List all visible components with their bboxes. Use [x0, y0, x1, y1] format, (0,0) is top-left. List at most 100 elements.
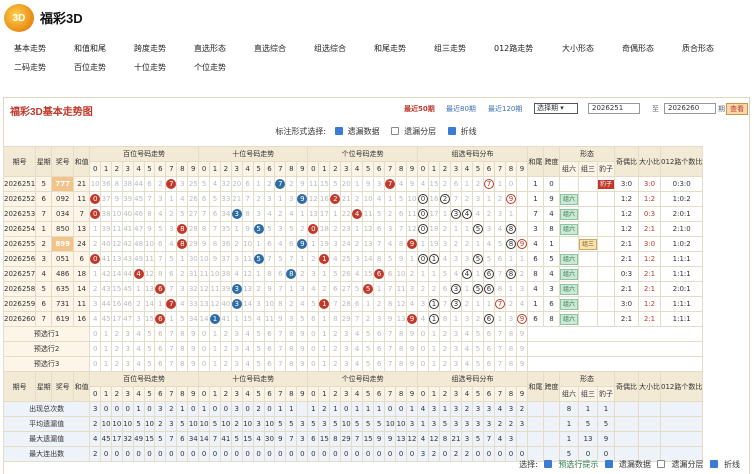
preselect-digit[interactable]: 1 — [318, 341, 331, 357]
preselect-digit[interactable]: 1 — [100, 356, 112, 372]
checkbox-icon[interactable] — [604, 460, 613, 468]
preselect-digit[interactable]: 8 — [176, 341, 189, 357]
preselect-digit[interactable]: 6 — [373, 356, 386, 372]
preselect-digit[interactable]: 2 — [110, 356, 123, 372]
nav-item[interactable]: 十位走势 — [134, 62, 166, 73]
preselect-digit[interactable]: 0 — [89, 356, 102, 372]
preselect-digit[interactable]: 7 — [274, 356, 287, 372]
preselect-digit[interactable]: 6 — [154, 326, 167, 342]
preselect-digit[interactable]: 9 — [187, 341, 200, 357]
opt-miss-data[interactable]: 遗漏数据 — [334, 127, 383, 136]
preselect-digit[interactable]: 9 — [296, 341, 309, 357]
preselect-digit[interactable]: 6 — [373, 326, 386, 342]
preselect-digit[interactable]: 0 — [307, 341, 320, 357]
preselect-digit[interactable]: 9 — [515, 341, 528, 357]
preselect-digit[interactable]: 7 — [165, 326, 178, 342]
nav-item[interactable]: 和值和尾 — [74, 43, 106, 54]
preselect-digit[interactable]: 8 — [285, 341, 298, 357]
preselect-digit[interactable]: 7 — [274, 341, 287, 357]
preselect-digit[interactable]: 9 — [296, 326, 309, 342]
preselect-digit[interactable]: 1 — [208, 356, 221, 372]
nav-item[interactable]: 直选形态 — [194, 43, 226, 54]
preselect-digit[interactable]: 1 — [100, 326, 112, 342]
opt-miss-layer-bottom[interactable]: 遗漏分层 — [657, 460, 703, 469]
preselect-digit[interactable]: 2 — [219, 341, 232, 357]
preselect-digit[interactable]: 7 — [274, 326, 287, 342]
preselect-digit[interactable]: 3 — [340, 356, 353, 372]
preselect-digit[interactable]: 5 — [471, 356, 484, 372]
preselect-digit[interactable]: 5 — [471, 326, 484, 342]
preselect-digit[interactable]: 6 — [263, 326, 276, 342]
preselect-digit[interactable]: 8 — [395, 356, 407, 372]
nav-item[interactable]: 和尾走势 — [374, 43, 406, 54]
preselect-digit[interactable]: 4 — [241, 341, 254, 357]
preselect-digit[interactable]: 2 — [329, 356, 342, 372]
nav-item[interactable]: 直选综合 — [254, 43, 286, 54]
nav-item[interactable]: 百位走势 — [74, 62, 106, 73]
preselect-digit[interactable]: 2 — [438, 341, 451, 357]
preselect-digit[interactable]: 4 — [132, 341, 145, 357]
checkbox-icon[interactable] — [710, 460, 718, 468]
preselect-digit[interactable]: 4 — [241, 326, 254, 342]
preselect-digit[interactable]: 9 — [405, 326, 418, 342]
preselect-row[interactable]: 预选行3 0 1 2 3 4 5 6 7 8 9 0 1 2 3 4 5 6 7 8 9 0 1 2 3 4 5 6 7 8 9 0 1 2 3 4 5… — [2, 356, 704, 372]
recent-120-link[interactable]: 最近120期 — [488, 104, 522, 114]
preselect-digit[interactable]: 1 — [427, 326, 440, 342]
preselect-digit[interactable]: 2 — [438, 326, 451, 342]
nav-item[interactable]: 奇偶形态 — [622, 43, 654, 54]
preselect-digit[interactable]: 8 — [176, 326, 189, 342]
preselect-digit[interactable]: 5 — [362, 326, 375, 342]
preselect-digit[interactable]: 7 — [384, 341, 397, 357]
preselect-digit[interactable]: 9 — [187, 326, 200, 342]
preselect-digit[interactable]: 4 — [132, 356, 145, 372]
nav-item[interactable]: 基本走势 — [14, 43, 46, 54]
preselect-digit[interactable]: 1 — [208, 341, 221, 357]
preselect-digit[interactable]: 5 — [471, 341, 484, 357]
preselect-digit[interactable]: 3 — [121, 356, 134, 372]
period-select[interactable]: 选择期 ▾ — [534, 103, 578, 114]
preselect-digit[interactable]: 2 — [438, 356, 451, 372]
preselect-digit[interactable]: 9 — [515, 326, 528, 342]
preselect-digit[interactable]: 6 — [482, 341, 495, 357]
nav-item[interactable]: 二码走势 — [14, 62, 46, 73]
preselect-digit[interactable]: 0 — [416, 341, 429, 357]
preselect-digit[interactable]: 0 — [416, 326, 429, 342]
opt-polyline[interactable]: 折线 — [447, 127, 480, 136]
preselect-digit[interactable]: 8 — [395, 326, 407, 342]
from-period-input[interactable]: 2026251 — [588, 103, 640, 114]
preselect-digit[interactable]: 2 — [219, 326, 232, 342]
preselect-digit[interactable]: 7 — [493, 356, 506, 372]
preselect-digit[interactable]: 5 — [252, 356, 265, 372]
preselect-digit[interactable]: 5 — [143, 341, 156, 357]
preselect-digit[interactable]: 9 — [515, 356, 528, 372]
preselect-digit[interactable]: 8 — [176, 356, 189, 372]
preselect-digit[interactable]: 9 — [405, 341, 418, 357]
preselect-digit[interactable]: 7 — [493, 326, 506, 342]
preselect-digit[interactable]: 8 — [285, 326, 298, 342]
preselect-digit[interactable]: 3 — [230, 326, 243, 342]
preselect-digit[interactable]: 4 — [460, 356, 473, 372]
preselect-digit[interactable]: 3 — [230, 356, 243, 372]
checkbox-icon[interactable] — [334, 127, 343, 135]
recent-80-link[interactable]: 最近80期 — [446, 104, 476, 114]
nav-item[interactable]: 组选综合 — [314, 43, 346, 54]
nav-item[interactable]: 个位走势 — [194, 62, 226, 73]
preselect-digit[interactable]: 1 — [427, 356, 440, 372]
preselect-digit[interactable]: 8 — [395, 341, 407, 357]
preselect-digit[interactable]: 7 — [493, 341, 506, 357]
checkbox-icon[interactable] — [391, 127, 400, 135]
checkbox-icon[interactable] — [447, 127, 456, 135]
preselect-digit[interactable]: 4 — [351, 341, 364, 357]
opt-miss-data-bottom[interactable]: 遗漏数据 — [604, 460, 651, 469]
preselect-digit[interactable]: 8 — [504, 356, 517, 372]
opt-miss-layer[interactable]: 遗漏分层 — [391, 127, 439, 136]
preselect-digit[interactable]: 8 — [504, 326, 517, 342]
preselect-digit[interactable]: 5 — [252, 341, 265, 357]
nav-item[interactable]: 质合形态 — [682, 43, 714, 54]
preselect-digit[interactable]: 0 — [198, 356, 210, 372]
preselect-digit[interactable]: 1 — [208, 326, 221, 342]
preselect-digit[interactable]: 2 — [110, 341, 123, 357]
preselect-digit[interactable]: 4 — [351, 326, 364, 342]
nav-item[interactable]: 大小形态 — [562, 43, 594, 54]
preselect-digit[interactable]: 0 — [198, 341, 210, 357]
